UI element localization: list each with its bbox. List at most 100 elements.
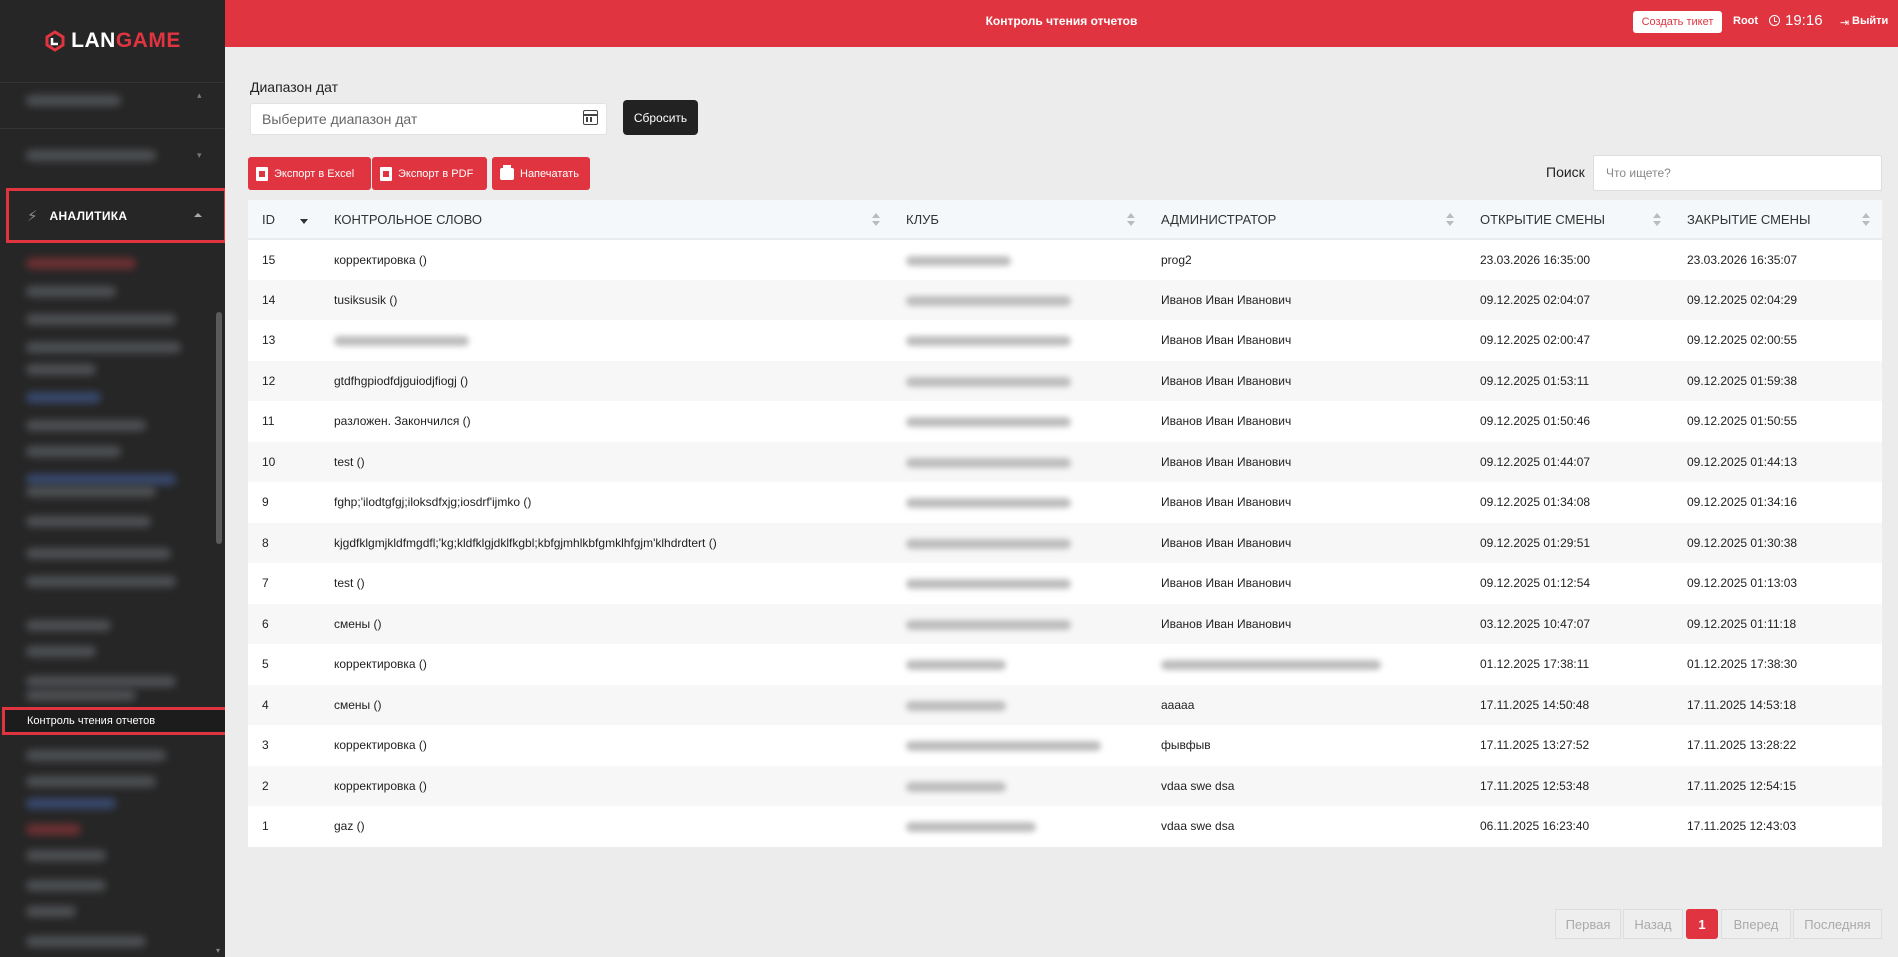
sidebar-subitem[interactable] [26, 286, 116, 297]
sidebar-subitem[interactable] [26, 446, 121, 457]
sidebar-subitem[interactable] [26, 392, 101, 403]
table-row[interactable]: 15 корректировка () prog2 23.03.2026 16:35:… [248, 239, 1882, 280]
sidebar-subitem[interactable] [26, 880, 106, 891]
reset-button[interactable]: Сбросить [623, 100, 698, 135]
table-row[interactable]: 6 смены () Иванов Иван Иванович 03.12.2025 … [248, 603, 1882, 644]
sort-icon[interactable] [1446, 213, 1454, 227]
sidebar-subitem[interactable] [26, 906, 76, 917]
sidebar-subitem[interactable] [26, 258, 136, 269]
cell-shift-close: 09.12.2025 01:34:16 [1687, 495, 1798, 510]
cell-control-word: корректировка () [334, 738, 427, 753]
pagination-prev[interactable]: Назад [1623, 909, 1683, 939]
pagination-page-current[interactable]: 1 [1686, 909, 1718, 939]
redacted-value [906, 538, 1071, 549]
cell-control-word: смены () [334, 697, 382, 712]
sidebar-subitem[interactable] [26, 420, 146, 431]
table-row[interactable]: 9 fghp;'ilodtgfgj;iloksdfxjg;iosdrf'ijmko… [248, 482, 1882, 523]
pagination-first[interactable]: Первая [1555, 909, 1621, 939]
sidebar-item-label: Контроль чтения отчетов [27, 715, 156, 727]
sidebar-subitem[interactable] [26, 776, 156, 787]
table-row[interactable]: 8 kjgdfklgmjkldfmgdfl;'kg;kldfklgjdklfkgb… [248, 522, 1882, 564]
sidebar-subitem[interactable] [26, 936, 146, 947]
column-header-admin[interactable]: АДМИНИСТРАТОР [1147, 200, 1466, 240]
cell-club [892, 523, 1147, 564]
cell-id: 1 [262, 819, 269, 834]
column-header-id[interactable]: ID [248, 200, 320, 240]
scroll-down-icon[interactable]: ▾ [216, 946, 220, 955]
sort-icon[interactable] [872, 213, 880, 227]
calendar-icon[interactable] [583, 110, 598, 125]
user-name[interactable]: Root [1733, 15, 1758, 27]
cell-admin: Иванов Иван Иванович [1161, 292, 1292, 307]
sidebar-subitem[interactable] [26, 516, 151, 527]
cell-club [892, 442, 1147, 483]
redacted-value [334, 336, 469, 347]
column-header-control-word[interactable]: КОНТРОЛЬНОЕ СЛОВО [320, 200, 892, 240]
sort-desc-icon[interactable] [300, 213, 308, 227]
date-range-input[interactable] [250, 103, 607, 135]
table-row[interactable]: 13 Иванов Иван Иванович 09.12.2025 02:00:4… [248, 320, 1882, 361]
sidebar-subitem[interactable] [26, 690, 136, 701]
sidebar-item-hidden[interactable] [26, 150, 156, 161]
date-range-label: Диапазон дат [250, 79, 339, 95]
logout-link[interactable]: Выйти [1852, 15, 1888, 27]
table-row[interactable]: 7 test () Иванов Иван Иванович 09.12.2025 0… [248, 563, 1882, 604]
sidebar-item-report-read-control[interactable]: Контроль чтения отчетов [2, 707, 225, 735]
cell-admin: Иванов Иван Иванович [1161, 454, 1292, 469]
export-pdf-button[interactable]: Экспорт в PDF [372, 157, 487, 190]
sidebar-subitem[interactable] [26, 576, 176, 587]
cell-club [892, 361, 1147, 402]
sidebar-subitem[interactable] [26, 850, 106, 861]
cell-shift-close: 09.12.2025 01:59:38 [1687, 373, 1798, 388]
sort-icon[interactable] [1862, 213, 1870, 227]
table-row[interactable]: 1 gaz () vdaa swe dsa 06.11.2025 16:23:40 17… [248, 806, 1882, 847]
sidebar-subitem[interactable] [26, 342, 181, 353]
pagination-next[interactable]: Вперед [1721, 909, 1791, 939]
table-row[interactable]: 5 корректировка () 01.12.2025 17:38:11 01.1… [248, 644, 1882, 685]
sort-icon[interactable] [1127, 213, 1135, 227]
table-row[interactable]: 2 корректировка () vdaa swe dsa 17.11.2025 … [248, 765, 1882, 806]
print-button[interactable]: Напечатать [492, 157, 590, 190]
export-excel-button[interactable]: Экспорт в Excel [248, 157, 371, 190]
sidebar-subitem[interactable] [26, 620, 111, 631]
sidebar-subitem[interactable] [26, 486, 156, 497]
table-row[interactable]: 10 test () Иванов Иван Иванович 09.12.2025 … [248, 441, 1882, 483]
divider [0, 128, 225, 129]
search-input[interactable] [1593, 155, 1882, 191]
sidebar-section-label: АНАЛИТИКА [49, 208, 128, 223]
sidebar-subitem[interactable] [26, 798, 116, 809]
table-row[interactable]: 3 корректировка () фывфыв 17.11.2025 13:27:… [248, 725, 1882, 766]
sidebar-subitem[interactable] [26, 548, 171, 559]
logout-icon[interactable]: ⇥ [1840, 16, 1849, 29]
column-header-shift-open[interactable]: ОТКРЫТИЕ СМЕНЫ [1466, 200, 1673, 240]
pagination-last[interactable]: Последняя [1793, 909, 1882, 939]
cell-id: 14 [262, 292, 276, 307]
table-row[interactable]: 14 tusiksusik () Иванов Иван Иванович 09.12… [248, 279, 1882, 320]
sidebar-subitem[interactable] [26, 646, 96, 657]
sidebar-scrollbar[interactable] [216, 312, 222, 544]
redacted-value [1161, 660, 1381, 671]
cell-shift-open: 09.12.2025 02:04:07 [1480, 292, 1591, 307]
sidebar-subitem[interactable] [26, 314, 176, 325]
column-header-shift-close[interactable]: ЗАКРЫТИЕ СМЕНЫ [1673, 200, 1882, 240]
sidebar-subitem[interactable] [26, 474, 176, 485]
cell-shift-close: 17.11.2025 12:54:15 [1687, 778, 1797, 793]
table-row[interactable]: 12 gtdfhgpiodfdjguiodjfiogj () Иванов Иван… [248, 360, 1882, 402]
redacted-value [906, 457, 1071, 468]
sort-icon[interactable] [1653, 213, 1661, 227]
table-row[interactable]: 11 разложен. Закончился () Иванов Иван Ива… [248, 401, 1882, 442]
sidebar-item-hidden[interactable] [26, 95, 121, 106]
sidebar-subitem[interactable] [26, 676, 176, 687]
cell-admin: Иванов Иван Иванович [1161, 616, 1292, 631]
sidebar-section-analytics[interactable]: ⚡ АНАЛИТИКА [6, 188, 225, 243]
export-pdf-label: Экспорт в PDF [398, 167, 474, 180]
cell-admin: Иванов Иван Иванович [1161, 535, 1292, 550]
table-row[interactable]: 4 смены () aaaaa 17.11.2025 14:50:48 17.11.2… [248, 684, 1882, 725]
create-ticket-button[interactable]: Создать тикет [1633, 11, 1722, 33]
sidebar-subitem[interactable] [26, 364, 96, 375]
redacted-value [906, 376, 1071, 387]
sidebar-subitem[interactable] [26, 824, 81, 835]
app-logo[interactable]: LANGAME [0, 0, 225, 82]
sidebar-subitem[interactable] [26, 750, 166, 761]
column-header-club[interactable]: КЛУБ [892, 200, 1147, 240]
